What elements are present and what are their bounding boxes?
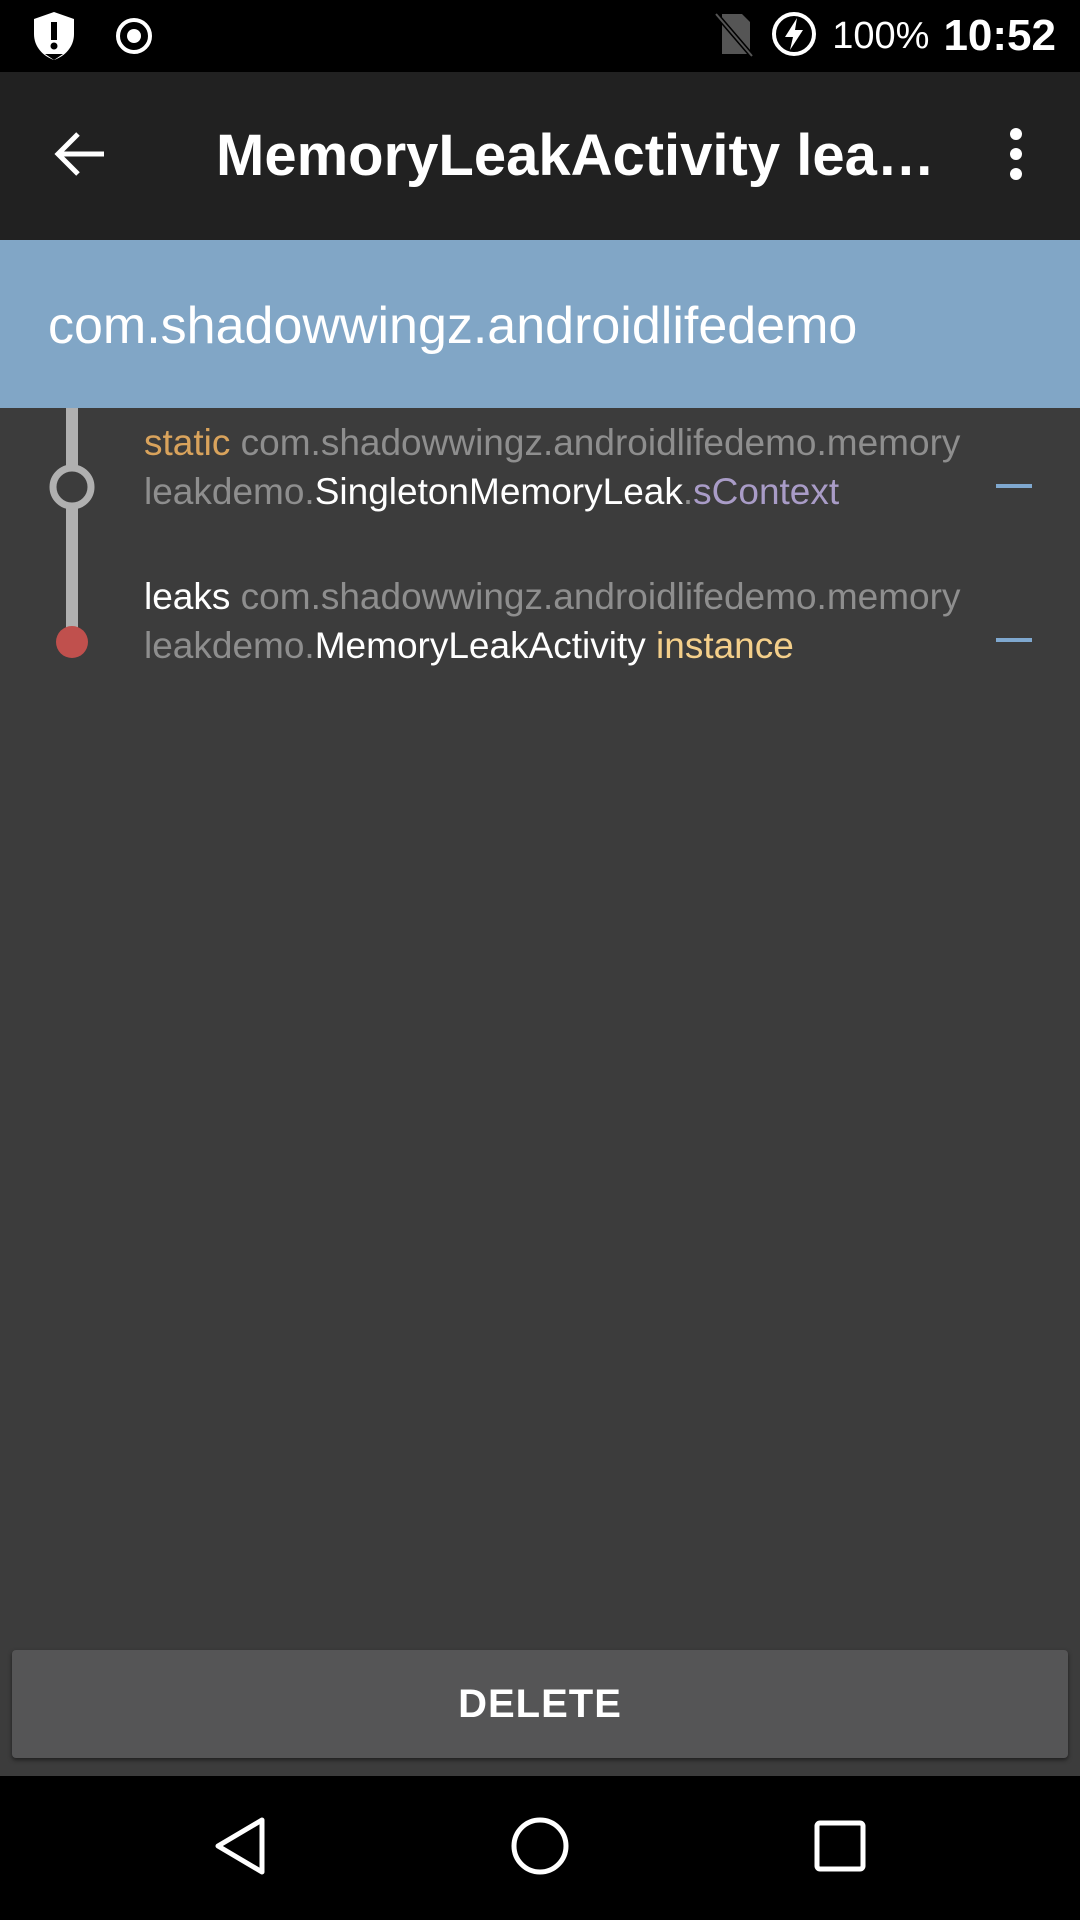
status-left-icons (30, 10, 154, 67)
trace-connector (49, 408, 95, 658)
no-sim-icon (712, 10, 756, 63)
status-bar: 100% 10:52 (0, 0, 1080, 72)
more-vert-icon (1006, 126, 1026, 187)
trace-suffix: instance (656, 625, 794, 666)
nav-home-button[interactable] (490, 1798, 590, 1898)
trace-class: SingletonMemoryLeak (314, 471, 683, 512)
trace-field: sContext (693, 471, 840, 512)
battery-charging-icon (770, 10, 818, 63)
back-triangle-icon (210, 1814, 270, 1883)
arrow-back-icon (52, 130, 108, 183)
navigation-bar (0, 1776, 1080, 1920)
status-right-icons: 100% 10:52 (712, 0, 1056, 72)
recents-square-icon (812, 1818, 868, 1879)
clock: 10:52 (943, 11, 1056, 60)
delete-button[interactable]: DELETE (12, 1650, 1068, 1758)
battery-percent: 100% (832, 14, 930, 57)
leak-trace: static com.shadowwingz.androidlifedemo.m… (0, 408, 1080, 828)
package-name: com.shadowwingz.androidlifedemo (48, 297, 858, 355)
nav-back-button[interactable] (190, 1798, 290, 1898)
page-title: MemoryLeakActivity leak… (216, 123, 936, 188)
trace-keyword: static (144, 422, 231, 463)
trace-line (66, 408, 78, 642)
back-button[interactable] (40, 116, 120, 196)
screen: 100% 10:52 MemoryLeakActivity leak… com.… (0, 0, 1080, 1920)
trace-separator: . (682, 471, 694, 512)
package-header: com.shadowwingz.androidlifedemo (0, 240, 1080, 408)
record-icon (114, 16, 154, 61)
app-bar: MemoryLeakActivity leak… (0, 72, 1080, 240)
expand-toggle[interactable] (996, 484, 1032, 488)
reference-node (49, 464, 95, 510)
shield-alert-icon (30, 10, 78, 67)
trace-row-leak[interactable]: leaks com.shadowwingz.androidlifedemo.me… (144, 572, 964, 670)
expand-toggle[interactable] (996, 638, 1032, 642)
nav-recents-button[interactable] (790, 1798, 890, 1898)
trace-row-static[interactable]: static com.shadowwingz.androidlifedemo.m… (144, 418, 964, 516)
leak-node (56, 626, 88, 658)
trace-class: MemoryLeakActivity (314, 625, 646, 666)
more-options-button[interactable] (976, 116, 1056, 196)
home-circle-icon (508, 1814, 572, 1883)
trace-keyword: leaks (144, 576, 231, 617)
